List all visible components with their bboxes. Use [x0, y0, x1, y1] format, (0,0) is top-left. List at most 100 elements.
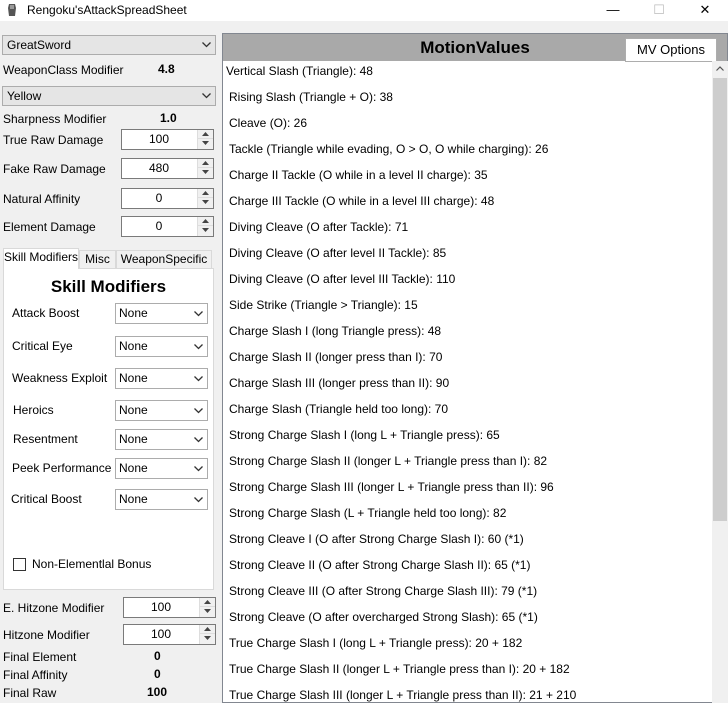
caret-up-icon — [204, 600, 211, 604]
spin-up-button[interactable] — [198, 217, 213, 226]
peek-performance-label: Peek Performance — [12, 461, 112, 475]
close-button[interactable]: ✕ — [682, 0, 728, 21]
spin-down-button[interactable] — [200, 607, 215, 616]
peek-performance-select[interactable]: None — [115, 458, 208, 479]
resentment-select[interactable]: None — [115, 429, 208, 450]
motion-value-row: Charge Slash III (longer press than II):… — [229, 376, 450, 390]
chevron-down-icon — [194, 466, 203, 472]
spin-buttons[interactable] — [197, 130, 213, 149]
spin-down-button[interactable] — [198, 139, 213, 148]
weakness-exploit-select[interactable]: None — [115, 368, 208, 389]
spin-up-button[interactable] — [198, 130, 213, 139]
critical-eye-select[interactable]: None — [115, 336, 208, 357]
true-raw-damage-input[interactable]: 100 — [121, 129, 214, 150]
natural-affinity-label: Natural Affinity — [3, 192, 81, 206]
final-element-value: 0 — [154, 649, 161, 663]
motion-value-row: True Charge Slash I (long L + Triangle p… — [229, 636, 523, 650]
final-raw-label: Final Raw — [3, 686, 57, 700]
motion-value-row: Charge Slash (Triangle held too long): 7… — [229, 402, 449, 416]
element-damage-value: 0 — [155, 219, 163, 233]
e-hitzone-modifier-label: E. Hitzone Modifier — [3, 601, 105, 615]
caret-up-icon — [202, 219, 209, 223]
spin-up-button[interactable] — [200, 625, 215, 634]
minimize-button[interactable]: — — [590, 0, 636, 21]
motion-value-row: Strong Cleave (O after overcharged Stron… — [229, 610, 538, 624]
chevron-down-icon — [194, 408, 203, 414]
weapon-class-modifier-value: 4.8 — [158, 62, 175, 76]
caret-up-icon — [202, 132, 209, 136]
spin-down-button[interactable] — [198, 168, 213, 177]
caret-up-icon — [202, 161, 209, 165]
mv-options-button[interactable]: MV Options — [625, 38, 717, 62]
final-element-label: Final Element — [3, 650, 77, 664]
chevron-down-icon — [194, 497, 203, 503]
natural-affinity-input[interactable]: 0 — [121, 188, 214, 209]
app-icon — [8, 4, 16, 16]
motion-value-row: Strong Cleave II (O after Strong Charge … — [229, 558, 531, 572]
weapon-select[interactable]: GreatSword — [2, 35, 216, 55]
heroics-value: None — [119, 403, 148, 417]
heroics-select[interactable]: None — [115, 400, 208, 421]
spin-buttons[interactable] — [197, 159, 213, 178]
tab-misc[interactable]: Misc — [79, 250, 116, 269]
motion-value-row: Strong Cleave I (O after Strong Charge S… — [229, 532, 524, 546]
motion-value-row: True Charge Slash III (longer L + Triang… — [229, 688, 577, 702]
scrollbar-thumb[interactable] — [713, 78, 727, 521]
chevron-down-icon — [202, 42, 211, 48]
chevron-down-icon — [194, 437, 203, 443]
caret-up-icon — [204, 627, 211, 631]
spin-buttons[interactable] — [199, 598, 215, 617]
peek-performance-value: None — [119, 461, 148, 475]
element-damage-input[interactable]: 0 — [121, 216, 214, 237]
scroll-up-icon[interactable] — [716, 66, 724, 71]
attack-boost-select[interactable]: None — [115, 303, 208, 324]
motion-value-row: Charge Slash II (longer press than I): 7… — [229, 350, 443, 364]
motion-value-row: Strong Charge Slash III (longer L + Tria… — [229, 480, 554, 494]
caret-down-icon — [204, 609, 211, 613]
spin-up-button[interactable] — [198, 189, 213, 198]
maximize-button[interactable]: ☐ — [636, 0, 682, 21]
fake-raw-damage-input[interactable]: 480 — [121, 158, 214, 179]
sharpness-select[interactable]: Yellow — [2, 86, 216, 106]
motion-value-row: Side Strike (Triangle > Triangle): 15 — [229, 298, 418, 312]
true-raw-damage-label: True Raw Damage — [3, 133, 104, 147]
motion-value-row: Diving Cleave (O after level III Tackle)… — [229, 272, 456, 286]
motion-value-row: Strong Charge Slash II (longer L + Trian… — [229, 454, 548, 468]
spin-up-button[interactable] — [198, 159, 213, 168]
spin-down-button[interactable] — [200, 634, 215, 643]
true-raw-damage-value: 100 — [148, 132, 170, 146]
chevron-down-icon — [194, 344, 203, 350]
spin-buttons[interactable] — [197, 189, 213, 208]
motion-value-row: Rising Slash (Triangle + O): 38 — [229, 90, 393, 104]
critical-eye-value: None — [119, 339, 148, 353]
window-title: Rengoku'sAttackSpreadSheet — [27, 3, 187, 17]
spin-down-button[interactable] — [198, 198, 213, 207]
final-raw-value: 100 — [147, 685, 168, 699]
spin-buttons[interactable] — [197, 217, 213, 236]
non-elemental-bonus-checkbox[interactable] — [13, 558, 26, 571]
critical-boost-select[interactable]: None — [115, 489, 208, 510]
sharpness-select-value: Yellow — [7, 89, 42, 103]
motion-value-row: Charge III Tackle (O while in a level II… — [229, 194, 495, 208]
spin-down-button[interactable] — [198, 226, 213, 235]
spin-buttons[interactable] — [199, 625, 215, 644]
hitzone-modifier-input[interactable]: 100 — [123, 624, 216, 645]
motion-value-row: Strong Cleave III (O after Strong Charge… — [229, 584, 538, 598]
fake-raw-damage-label: Fake Raw Damage — [3, 162, 106, 176]
final-affinity-value: 0 — [154, 667, 161, 681]
heroics-label: Heroics — [13, 403, 54, 417]
natural-affinity-value: 0 — [155, 191, 163, 205]
chevron-down-icon — [194, 311, 203, 317]
e-hitzone-modifier-input[interactable]: 100 — [123, 597, 216, 618]
weakness-exploit-value: None — [119, 371, 148, 385]
spin-up-button[interactable] — [200, 598, 215, 607]
tab-skill-modifiers[interactable]: Skill Modifiers — [3, 248, 79, 269]
vertical-scrollbar[interactable] — [712, 61, 728, 703]
resentment-value: None — [119, 432, 148, 446]
tab-weapon-specific[interactable]: WeaponSpecific — [116, 250, 212, 269]
motion-value-row: Tackle (Triangle while evading, O > O, O… — [229, 142, 549, 156]
critical-boost-label: Critical Boost — [11, 492, 82, 506]
chevron-down-icon — [202, 93, 211, 99]
final-affinity-label: Final Affinity — [3, 668, 68, 682]
motion-value-row: Charge Slash I (long Triangle press): 48 — [229, 324, 442, 338]
